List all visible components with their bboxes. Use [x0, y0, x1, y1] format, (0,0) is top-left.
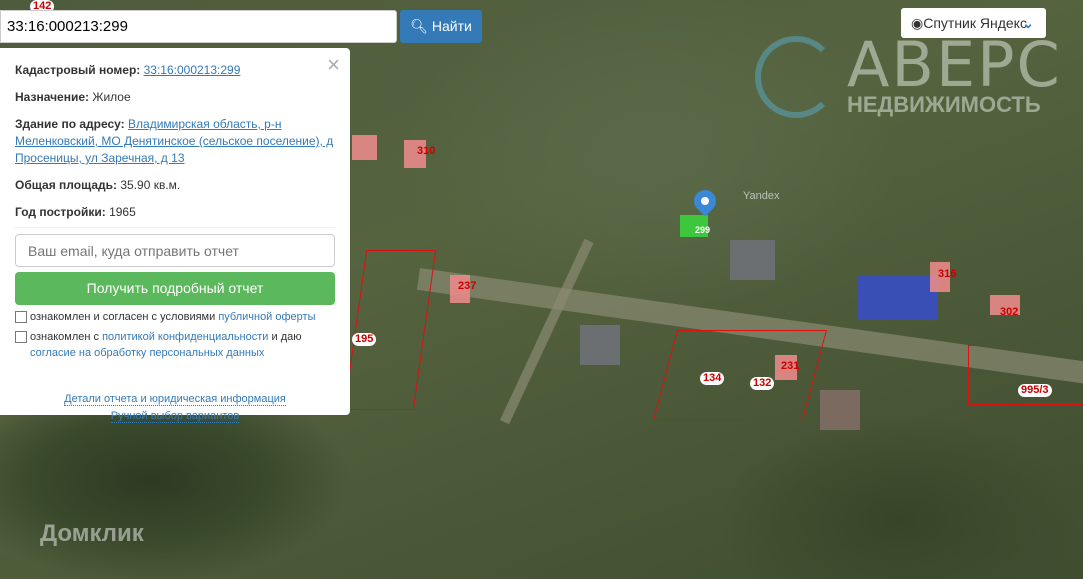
area-label: Общая площадь: — [15, 178, 118, 192]
address-label: Здание по адресу: — [15, 117, 125, 131]
details-link[interactable]: Детали отчета и юридическая информация — [64, 393, 286, 406]
agree2-mid: и даю — [268, 331, 302, 343]
yandex-watermark: Yandex — [743, 190, 780, 202]
parcel-label: 195 — [352, 333, 377, 346]
privacy-checkbox[interactable] — [15, 331, 27, 343]
parcel-label: 299 — [695, 225, 711, 235]
building — [352, 135, 377, 160]
agree1-text: ознакомлен и согласен с условиями — [30, 311, 219, 323]
layer-label: Спутник Яндекс — [923, 15, 1027, 31]
parcel-boundary — [652, 330, 828, 420]
divider — [15, 227, 335, 228]
find-label: Найти — [431, 18, 472, 34]
manual-select-link[interactable]: Ручной выбор вариантов — [110, 410, 240, 423]
purpose-label: Назначение: — [15, 90, 90, 104]
offer-checkbox[interactable] — [15, 311, 27, 323]
parcel-label: 316 — [938, 268, 957, 280]
logo-brand: АВЕРС — [847, 28, 1062, 101]
parcel-label: 995/3 — [1018, 384, 1052, 397]
logo-sub: НЕДВИЖИМОСТЬ — [847, 92, 1041, 117]
get-report-button[interactable]: Получить подробный отчет — [15, 272, 335, 305]
agree2-text: ознакомлен с — [30, 331, 103, 343]
parcel-label: 237 — [458, 280, 477, 292]
roof — [820, 390, 860, 430]
logo-circle-icon — [755, 36, 837, 118]
area-value: 35.90 кв.м. — [120, 178, 181, 192]
search-icon: 🔍︎ — [410, 18, 428, 34]
parcel-label: 310 — [417, 145, 436, 157]
parcel-boundary — [343, 250, 437, 410]
domclick-watermark: Домклик — [40, 520, 144, 547]
roof — [580, 325, 620, 365]
consent-link[interactable]: согласие на обработку персональных данны… — [30, 347, 264, 359]
search-input[interactable] — [0, 10, 397, 43]
privacy-link[interactable]: политикой конфиденциальности — [102, 331, 268, 343]
find-button[interactable]: 🔍︎ Найти — [400, 10, 482, 43]
roof — [858, 275, 938, 320]
info-panel: × Кадастровый номер: 33:16:000213:299 На… — [0, 48, 350, 423]
year-value: 1965 — [109, 205, 136, 219]
map-pin-icon[interactable] — [689, 185, 721, 217]
roof — [730, 240, 775, 280]
parcel-label: 132 — [750, 377, 775, 390]
layer-select[interactable]: ◉Спутник Яндекс ⌄ — [901, 8, 1046, 38]
offer-link[interactable]: публичной оферты — [218, 311, 315, 323]
email-input[interactable] — [15, 234, 335, 267]
cadastral-label: Кадастровый номер: — [15, 63, 141, 77]
radio-icon: ◉ — [911, 15, 924, 31]
year-label: Год постройки: — [15, 205, 106, 219]
purpose-value: Жилое — [92, 90, 131, 104]
parcel-label: 302 — [1000, 306, 1019, 318]
chevron-down-icon: ⌄ — [1022, 15, 1034, 31]
parcel-label: 134 — [700, 372, 725, 385]
close-icon[interactable]: × — [327, 52, 340, 78]
parcel-label: 231 — [781, 360, 800, 372]
cadastral-link[interactable]: 33:16:000213:299 — [144, 63, 241, 77]
